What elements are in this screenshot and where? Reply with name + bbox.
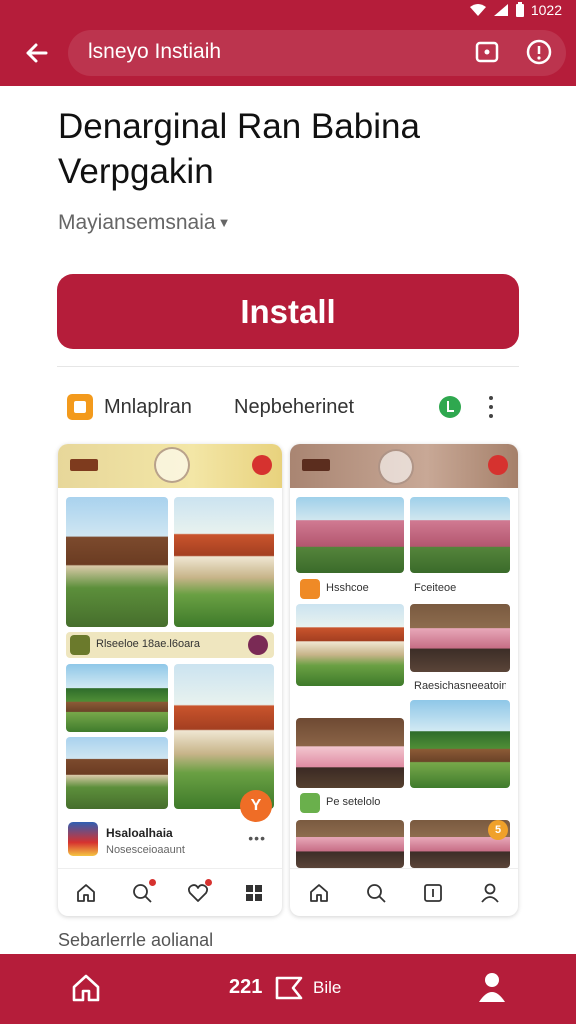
caption-row: Rlseeloe 18ae.l6oara [66, 632, 274, 658]
screenshot-card-a[interactable]: Rlseeloe 18ae.l6oara Y Hsaloalhaia Noses… [58, 444, 282, 916]
header-title: lsneyo Instiaih [88, 40, 222, 63]
screenshot-card-b[interactable]: Hsshcoe Fceiteoe Raesichasneeatoinie Pe … [290, 444, 518, 916]
app-title: Denarginal Ran Babina Verpgakin [58, 107, 420, 191]
listing-logo-icon [68, 822, 98, 856]
notification-icon [252, 455, 272, 475]
caption-icon [300, 579, 320, 599]
section-label: Sebarlerrle aolianal [58, 930, 214, 950]
tabs-row: Mnlaplran Nepbeherinet [58, 390, 520, 424]
tab-second[interactable]: Nepbeherinet [234, 396, 354, 419]
share-icon[interactable] [473, 38, 501, 66]
people-photo[interactable] [296, 497, 404, 573]
status-time: 1022 [530, 2, 562, 18]
tab-first[interactable]: Mnlaplran [104, 396, 192, 419]
flag-icon[interactable] [274, 974, 304, 1002]
wifi-icon [469, 3, 487, 17]
caption-row: Raesichasneeatoinie [410, 674, 510, 700]
chevron-down-icon: ▼ [217, 215, 231, 230]
listing-subtitle: Nosesceioaaunt [106, 844, 185, 856]
header-chip [302, 459, 330, 471]
house-photo[interactable] [66, 737, 168, 809]
status-bar: 1022 [469, 0, 562, 20]
card-nav [58, 868, 282, 916]
search-icon[interactable] [131, 878, 156, 904]
app-bar: 1022 lsneyo Instiaih [0, 0, 576, 86]
emblem-icon [378, 449, 414, 485]
action-fab[interactable]: Y [240, 790, 272, 822]
install-button[interactable]: Install [57, 274, 519, 349]
library-icon[interactable] [422, 882, 444, 904]
people-photo[interactable] [296, 718, 404, 788]
house-photo[interactable] [410, 700, 510, 788]
caption-text: Raesichasneeatoinie [414, 680, 506, 692]
caption-icon [300, 793, 320, 813]
bottom-nav: 221 Bile [0, 954, 576, 1024]
home-icon[interactable] [70, 972, 102, 1004]
caption-text: Hsshcoe [326, 582, 369, 594]
caption-text: Rlseeloe 18ae.l6oara [96, 638, 200, 650]
listing-row[interactable]: Hsaloalhaia Nosesceioaaunt ••• [58, 820, 282, 866]
people-photo[interactable] [410, 497, 510, 573]
user-icon[interactable] [476, 970, 508, 1004]
house-photo[interactable] [174, 664, 274, 809]
people-photo[interactable] [410, 604, 510, 672]
home-icon[interactable] [308, 882, 330, 904]
search-icon[interactable] [365, 882, 387, 904]
emblem-icon [154, 447, 190, 483]
verified-icon [439, 396, 461, 418]
signal-icon [493, 3, 509, 17]
developer-link[interactable]: Mayiansemsnaia ▼ [58, 211, 230, 235]
grid-icon[interactable] [243, 882, 265, 904]
listing-name: Hsaloalhaia [106, 826, 173, 840]
caption-row: Pe setelolo [296, 790, 404, 816]
developer-name: Mayiansemsnaia [58, 211, 216, 234]
count-badge: 5 [488, 820, 508, 840]
more-options-icon[interactable] [485, 394, 497, 420]
house-photo[interactable] [66, 497, 168, 627]
card-nav [290, 868, 518, 916]
notification-icon [488, 455, 508, 475]
heart-icon[interactable] [187, 878, 212, 904]
caption-badge-icon [248, 635, 268, 655]
caption-text: Pe setelolo [326, 796, 381, 808]
nav-count: 221 [229, 976, 263, 998]
alert-icon[interactable] [525, 38, 553, 66]
house-photo[interactable] [174, 497, 274, 627]
caption-icon [70, 635, 90, 655]
more-icon[interactable]: ••• [248, 830, 266, 846]
divider [57, 366, 519, 367]
caption-row: Fceiteoe [410, 576, 510, 602]
caption-text: Fceiteoe [414, 582, 457, 594]
user-icon[interactable] [479, 882, 501, 904]
app-badge-icon [67, 394, 93, 420]
people-photo[interactable] [296, 820, 404, 868]
card-header [290, 444, 518, 488]
caption-row: Hsshcoe [296, 576, 404, 602]
header-chip [70, 459, 98, 471]
house-photo[interactable] [66, 664, 168, 732]
battery-icon [515, 2, 525, 18]
house-photo[interactable] [296, 604, 404, 686]
card-header [58, 444, 282, 488]
home-icon[interactable] [75, 882, 97, 904]
nav-label[interactable]: Bile [313, 978, 341, 998]
back-arrow-icon[interactable] [20, 36, 54, 70]
